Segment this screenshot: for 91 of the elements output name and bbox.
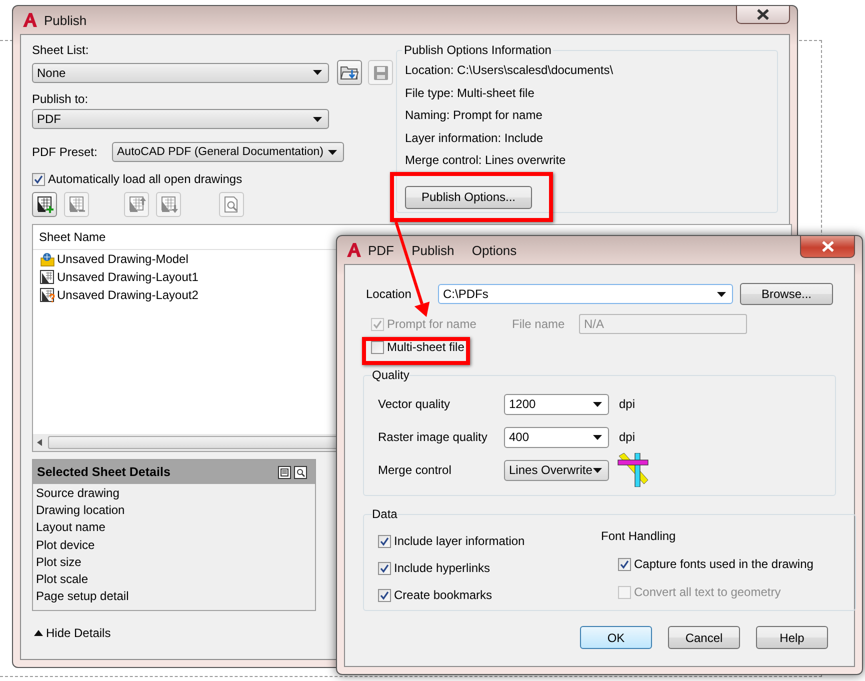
window-title: Publish [44,12,87,28]
info-line: Layer information: Include [405,130,544,144]
quality-dropdown[interactable]: 1200 [504,394,609,414]
preview-icon[interactable] [294,466,307,478]
info-line: File type: Multi-sheet file [405,86,536,100]
detail-label: Page setup detail [36,589,130,604]
checkbox[interactable] [32,172,45,186]
add-sheet-icon [35,195,54,214]
info-line: Merge control: Lines overwrite [405,153,567,167]
sheet-name[interactable]: Unsaved Drawing-Layout1 [57,270,198,284]
checkbox-label: Capture fonts used in the drawing [634,557,814,571]
quality-dropdown[interactable]: 400 [504,426,609,448]
checkbox-label: Include hyperlinks [394,561,490,575]
save-sheet-list-button[interactable] [368,60,393,85]
field-label: Merge control [378,463,452,477]
field-label: Sheet List: [32,43,90,57]
dialog-button[interactable]: OK [580,626,652,649]
detail-label: Drawing location [36,503,126,518]
detail-label: Source drawing [36,486,120,500]
caret-icon [593,434,602,440]
column-header: Sheet Name [39,230,106,244]
group-title: Quality [372,368,410,382]
field-label: Publish to: [32,92,88,106]
toolbar-button[interactable] [32,192,57,217]
move-up-icon [127,195,146,214]
checkbox-label: Convert all text to geometry [634,585,781,599]
checkbox[interactable] [371,340,384,354]
layout-warning-icon [40,288,55,302]
unit-label: dpi [619,397,636,411]
checkbox-label: Automatically load all open drawings [48,172,242,186]
caret-icon [313,70,322,75]
section-title: Font Handling [601,529,677,543]
caret-icon [717,292,726,296]
save-icon [372,64,388,80]
checkbox[interactable] [378,534,391,548]
checkbox[interactable] [378,562,391,574]
load-sheet-list-button[interactable] [337,60,362,85]
model-folder-icon [40,252,55,266]
detail-label: Plot size [36,554,82,569]
checkbox[interactable] [378,588,391,602]
details-list-icon[interactable] [278,466,291,478]
caret-icon [593,402,602,406]
browse-button[interactable]: Browse... [740,283,833,305]
quality-dropdown[interactable]: Lines Overwrite [504,460,609,480]
sheet-name[interactable]: Unsaved Drawing-Layout2 [57,288,198,302]
checkbox-label: Prompt for name [387,317,476,331]
unit-label: dpi [619,430,636,444]
app-logo-icon [22,12,38,28]
close-button[interactable] [800,236,855,258]
folder-icon [340,64,359,81]
collapse-icon [34,630,43,636]
info-line: Location: C:\Users\scalesd\documents\ [405,63,614,77]
scroll-left-icon [37,439,42,446]
sheet-list-dropdown[interactable]: None [32,62,329,82]
caret-icon [313,116,322,122]
field-label: Raster image quality [378,430,488,444]
move-down-icon [159,195,178,214]
hide-details-link[interactable]: Hide Details [46,626,111,640]
detail-label: Plot scale [36,572,90,586]
window-title: PDF Publish Options [368,242,517,258]
publish-options-button[interactable]: Publish Options... [405,186,532,208]
checkbox-label: Multi-sheet file [387,340,464,354]
field-label: Location [365,287,412,301]
preview-icon [223,196,240,213]
info-line: Naming: Prompt for name [405,108,544,122]
sheet-name[interactable]: Unsaved Drawing-Model [57,252,188,266]
group-title: Data [372,507,398,521]
panel-title: Selected Sheet Details [37,465,170,479]
publish-to-dropdown[interactable]: PDF [32,109,329,129]
app-logo-icon [346,242,362,258]
field-label: File name [512,317,566,331]
detail-label: Layout name [36,520,106,534]
close-icon [822,241,834,252]
layout-sheet-icon [40,270,55,284]
checkbox-label: Create bookmarks [394,588,492,602]
close-button[interactable] [736,6,790,24]
checkbox[interactable] [618,558,631,570]
merge-lines-icon [617,453,649,487]
checkbox-label: Include layer information [394,534,525,548]
field-label: PDF Preset: [32,145,98,159]
dialog-button[interactable]: Help [756,626,828,649]
close-icon [757,9,769,20]
detail-label: Plot device [36,538,96,552]
pdf-preset-dropdown[interactable]: AutoCAD PDF (General Documentation) [112,142,344,162]
caret-icon [593,468,602,472]
group-title: Publish Options Information [403,43,552,57]
dialog-button[interactable]: Cancel [668,626,740,649]
remove-sheet-icon [67,195,86,214]
location-dropdown[interactable]: C:\PDFs [438,284,733,304]
caret-icon [328,150,337,154]
field-label: Vector quality [378,397,452,411]
